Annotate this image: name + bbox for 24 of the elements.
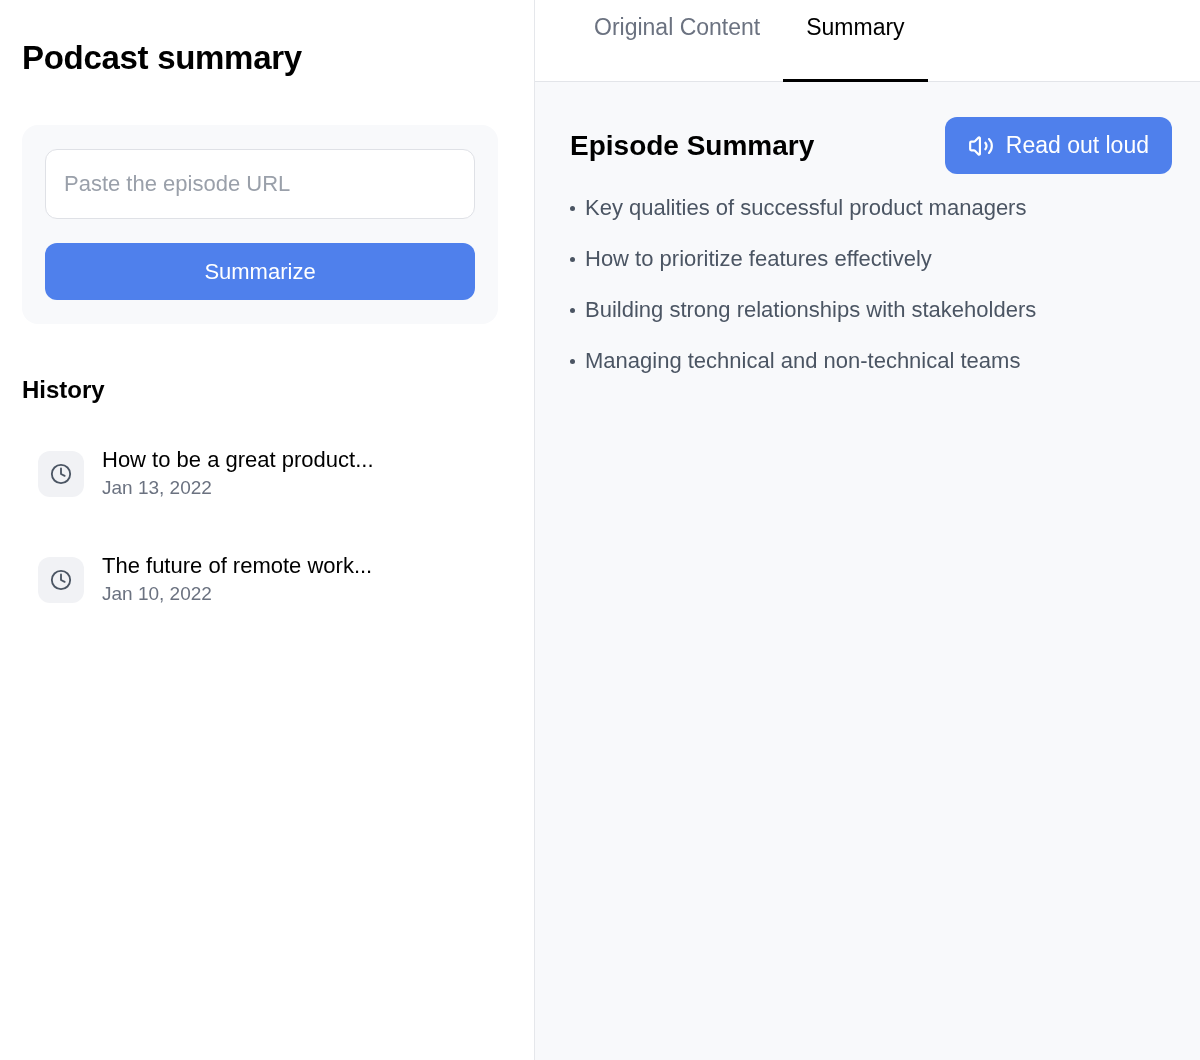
app-title: Podcast summary xyxy=(22,38,303,78)
summary-point: Building strong relationships with stakeholders xyxy=(585,296,1037,324)
bullet-icon xyxy=(570,205,575,211)
bullet-icon xyxy=(570,307,575,313)
summary-point: How to prioritize features effectively xyxy=(585,245,932,273)
read-out-loud-button[interactable]: Read out loud xyxy=(944,117,1172,174)
tab[interactable]: Original Content xyxy=(571,0,784,82)
history-item-date: Jan 13, 2022 xyxy=(102,476,213,500)
history-item-date: Jan 10, 2022 xyxy=(102,582,213,606)
tab[interactable]: Summary xyxy=(783,0,928,82)
history-item[interactable]: How to be a great product... Jan 13, 2022 xyxy=(22,446,512,502)
bullet-icon xyxy=(570,256,575,262)
summary-point: Managing technical and non-technical teams xyxy=(585,347,1021,375)
clock-icon xyxy=(38,557,84,603)
episode-summary-heading: Episode Summary xyxy=(570,128,815,163)
summarize-button[interactable]: Summarize xyxy=(45,243,475,300)
summary-point: Key qualities of successful product managers xyxy=(585,194,1027,222)
history-item[interactable]: The future of remote work... Jan 10, 2022 xyxy=(22,552,512,608)
history-item-title: How to be a great product... xyxy=(102,446,374,474)
history-heading: History xyxy=(22,375,106,405)
history-item-title: The future of remote work... xyxy=(102,552,373,580)
clock-icon xyxy=(38,451,84,497)
bullet-icon xyxy=(570,358,575,364)
url-input-field[interactable]: Paste the episode URL xyxy=(45,149,475,219)
